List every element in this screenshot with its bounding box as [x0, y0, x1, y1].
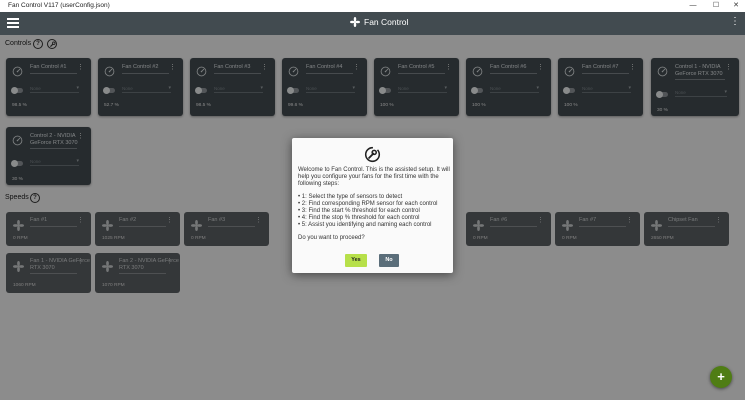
dialog-step: • 1: Select the type of sensors to detec…: [298, 193, 403, 200]
add-button[interactable]: +: [710, 366, 732, 388]
app-title-text: Fan Control: [364, 17, 409, 27]
minimize-button[interactable]: —: [683, 0, 703, 12]
setup-wrench-icon: [364, 146, 381, 163]
close-button[interactable]: ✕: [726, 0, 745, 12]
dialog-step: • 2: Find corresponding RPM sensor for e…: [298, 200, 438, 207]
dialog-intro: Welcome to Fan Control. This is the assi…: [298, 167, 450, 188]
dialog-steps: • 1: Select the type of sensors to detec…: [298, 194, 450, 230]
app-menu-button[interactable]: ⋮: [730, 16, 740, 27]
hamburger-menu-icon[interactable]: [7, 18, 19, 28]
yes-button[interactable]: Yes: [345, 254, 367, 267]
app-bar: Fan Control ⋮: [0, 12, 745, 35]
dialog-step: • 5: Assist you identifying and naming e…: [298, 222, 432, 229]
fan-icon: [350, 17, 360, 27]
dialog-step: • 4: Find the stop % threshold for each …: [298, 215, 420, 222]
window-titlebar: Fan Control V117 (userConfig.json) — ☐ ✕: [0, 0, 745, 12]
dialog-step: • 3: Find the start % threshold for each…: [298, 208, 420, 215]
app-title: Fan Control: [350, 17, 408, 27]
maximize-button[interactable]: ☐: [706, 0, 726, 12]
dialog-body: Welcome to Fan Control. This is the assi…: [298, 167, 450, 247]
dialog-question: Do you want to proceed?: [298, 234, 365, 241]
no-button[interactable]: No: [379, 254, 399, 267]
assisted-setup-dialog: Welcome to Fan Control. This is the assi…: [292, 138, 453, 273]
window-title: Fan Control V117 (userConfig.json): [8, 2, 110, 9]
